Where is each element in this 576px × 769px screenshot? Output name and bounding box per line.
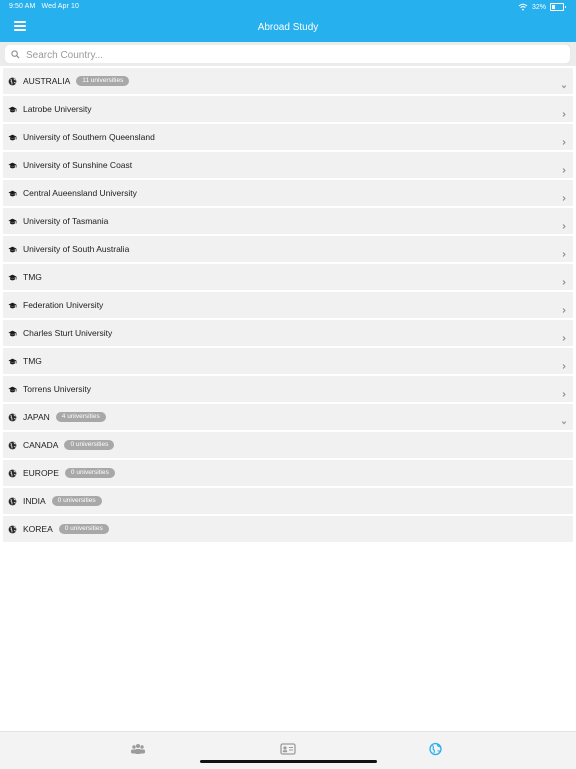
globe-icon	[8, 77, 17, 86]
university-name: Latrobe University	[23, 104, 92, 114]
country-name: KOREA	[23, 524, 53, 534]
university-row[interactable]: Latrobe University	[3, 96, 573, 124]
university-row[interactable]: Federation University	[3, 292, 573, 320]
university-count-badge: 11 universities	[76, 76, 130, 86]
university-count-badge: 0 universities	[58, 524, 109, 534]
chevron-right-icon	[561, 189, 567, 201]
app-header: 9:50 AM Wed Apr 10 32% Abroad Study	[0, 0, 576, 42]
country-row-1[interactable]: JAPAN 4 universities	[3, 404, 573, 432]
university-row[interactable]: Charles Sturt University	[3, 320, 573, 348]
graduation-cap-icon	[8, 105, 17, 114]
tab-bar	[0, 731, 576, 769]
university-name: TMG	[23, 356, 42, 366]
chevron-right-icon	[561, 217, 567, 229]
status-time: 9:50 AM Wed Apr 10	[9, 3, 79, 10]
chevron-right-icon	[561, 385, 567, 397]
graduation-cap-icon	[8, 273, 17, 282]
university-row[interactable]: University of Sunshine Coast	[3, 152, 573, 180]
chevron-down-icon	[561, 77, 567, 89]
chevron-right-icon	[561, 329, 567, 341]
university-name: University of Southern Queensland	[23, 132, 155, 142]
country-name: AUSTRALIA	[23, 76, 71, 86]
country-name: INDIA	[23, 496, 46, 506]
people-icon[interactable]	[130, 742, 146, 756]
university-name: Charles Sturt University	[23, 328, 113, 338]
globe-icon	[8, 413, 17, 422]
university-name: University of South Australia	[23, 244, 130, 254]
country-row-5[interactable]: KOREA 0 universities	[3, 516, 573, 544]
home-indicator	[200, 760, 377, 763]
chevron-right-icon	[561, 301, 567, 313]
university-row[interactable]: Central Aueensland University	[3, 180, 573, 208]
university-name: University of Tasmania	[23, 216, 109, 226]
chevron-right-icon	[561, 161, 567, 173]
chevron-down-icon	[561, 413, 567, 425]
page-title: Abroad Study	[257, 22, 319, 33]
country-row-2[interactable]: CANADA 0 universities	[3, 432, 573, 460]
university-row[interactable]: Torrens University	[3, 376, 573, 404]
search-bar	[0, 42, 576, 66]
university-name: Torrens University	[23, 384, 92, 394]
country-name: EUROPE	[23, 468, 59, 478]
search-icon	[11, 50, 20, 59]
graduation-cap-icon	[8, 357, 17, 366]
university-row[interactable]: University of Tasmania	[3, 208, 573, 236]
search-box[interactable]	[4, 44, 571, 64]
chevron-right-icon	[561, 133, 567, 145]
university-count-badge: 4 universities	[55, 412, 106, 422]
country-list: AUSTRALIA 11 universities Latrobe Universi…	[0, 68, 576, 544]
university-name: University of Sunshine Coast	[23, 160, 133, 170]
university-name: TMG	[23, 272, 42, 282]
globe-icon	[8, 469, 17, 478]
globe-icon	[8, 525, 17, 534]
university-count-badge: 0 universities	[51, 496, 102, 506]
country-name: JAPAN	[23, 412, 50, 422]
university-name: Federation University	[23, 300, 104, 310]
country-row-4[interactable]: INDIA 0 universities	[3, 488, 573, 516]
university-row[interactable]: TMG	[3, 264, 573, 292]
university-row[interactable]: University of Southern Queensland	[3, 124, 573, 152]
globe-icon	[8, 441, 17, 450]
university-count-badge: 0 universities	[64, 468, 115, 478]
university-name: Central Aueensland University	[23, 188, 137, 198]
graduation-cap-icon	[8, 385, 17, 394]
university-row[interactable]: University of South Australia	[3, 236, 573, 264]
country-name: CANADA	[23, 440, 59, 450]
university-row[interactable]: TMG	[3, 348, 573, 376]
battery-percent: 32%	[531, 3, 546, 11]
country-row-0[interactable]: AUSTRALIA 11 universities	[3, 68, 573, 96]
globe-icon	[8, 497, 17, 506]
chevron-right-icon	[561, 245, 567, 257]
graduation-cap-icon	[8, 133, 17, 142]
graduation-cap-icon	[8, 161, 17, 170]
chevron-right-icon	[561, 273, 567, 285]
graduation-cap-icon	[8, 245, 17, 254]
wifi-icon	[518, 3, 528, 11]
country-row-3[interactable]: EUROPE 0 universities	[3, 460, 573, 488]
graduation-cap-icon	[8, 301, 17, 310]
university-count-badge: 0 universities	[64, 440, 115, 450]
globe-icon[interactable]	[428, 742, 444, 756]
search-input[interactable]	[24, 46, 568, 64]
chevron-right-icon	[561, 105, 567, 117]
graduation-cap-icon	[8, 217, 17, 226]
battery-icon	[550, 3, 566, 11]
status-indicators: 32%	[518, 3, 566, 11]
graduation-cap-icon	[8, 329, 17, 338]
chevron-right-icon	[561, 357, 567, 369]
graduation-cap-icon	[8, 189, 17, 198]
id-card-icon[interactable]	[280, 742, 296, 756]
